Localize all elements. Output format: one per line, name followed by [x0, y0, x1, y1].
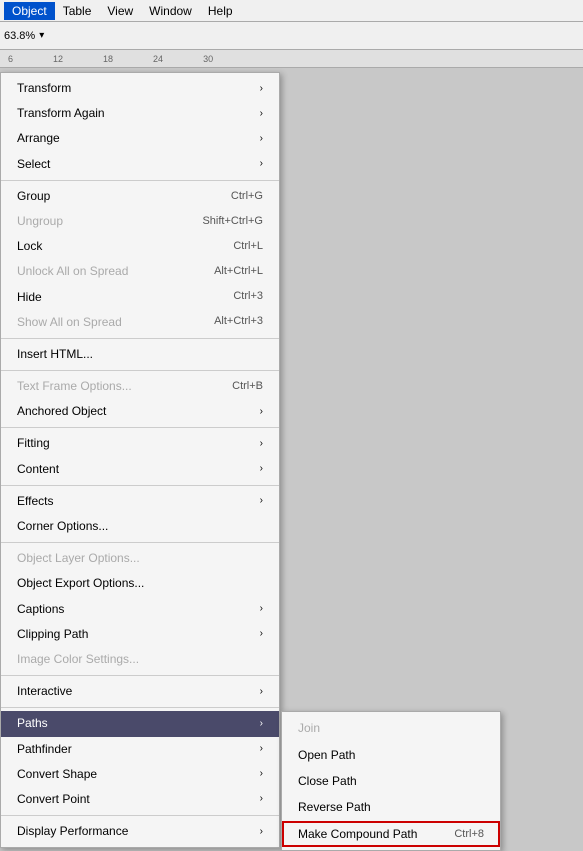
menu-image-color-settings: Image Color Settings... [1, 647, 279, 672]
menu-clipping-path[interactable]: Clipping Path› [1, 622, 279, 647]
menubar-table[interactable]: Table [55, 2, 100, 20]
menubar-help[interactable]: Help [200, 2, 241, 20]
menubar: Object Table View Window Help [0, 0, 583, 22]
menu-pathfinder[interactable]: Pathfinder› [1, 737, 279, 762]
menu-interactive[interactable]: Interactive› [1, 679, 279, 704]
sep-5 [1, 485, 279, 486]
sep-2 [1, 338, 279, 339]
sep-8 [1, 707, 279, 708]
object-dropdown-menu: Transform› Transform Again› Arrange› Sel… [0, 72, 280, 848]
menu-display-performance[interactable]: Display Performance› [1, 819, 279, 844]
sep-7 [1, 675, 279, 676]
menu-arrange[interactable]: Arrange› [1, 126, 279, 151]
sep-4 [1, 427, 279, 428]
menu-unlock-all: Unlock All on SpreadAlt+Ctrl+L [1, 259, 279, 284]
menu-object-layer-options: Object Layer Options... [1, 546, 279, 571]
menubar-window[interactable]: Window [141, 2, 200, 20]
submenu-reverse-path[interactable]: Reverse Path [282, 794, 500, 820]
submenu-close-path[interactable]: Close Path [282, 768, 500, 794]
sep-6 [1, 542, 279, 543]
sep-9 [1, 815, 279, 816]
menu-transform-again[interactable]: Transform Again› [1, 101, 279, 126]
zoom-level: 63.8% [4, 30, 35, 42]
menu-paths[interactable]: Paths› Join Open Path Close Path Reverse… [1, 711, 279, 736]
menu-insert-html[interactable]: Insert HTML... [1, 342, 279, 367]
menu-object-export-options[interactable]: Object Export Options... [1, 571, 279, 596]
menubar-object[interactable]: Object [4, 2, 55, 20]
menu-lock[interactable]: LockCtrl+L [1, 234, 279, 259]
ruler-horizontal: 612182430 [0, 50, 583, 68]
menu-transform[interactable]: Transform› [1, 76, 279, 101]
paths-submenu: Join Open Path Close Path Reverse Path M… [281, 711, 501, 851]
menu-convert-point[interactable]: Convert Point› [1, 787, 279, 812]
main-area: 612182430 The WindowsClub Transform› Tra… [0, 50, 583, 700]
make-compound-shortcut: Ctrl+8 [454, 825, 484, 844]
menu-convert-shape[interactable]: Convert Shape› [1, 762, 279, 787]
submenu-open-path[interactable]: Open Path [282, 742, 500, 768]
toolbar: 63.8% ▾ [0, 22, 583, 50]
menu-show-all: Show All on SpreadAlt+Ctrl+3 [1, 310, 279, 335]
submenu-make-compound-path[interactable]: Make Compound PathCtrl+8 [282, 821, 500, 847]
menu-hide[interactable]: HideCtrl+3 [1, 285, 279, 310]
menu-anchored-object[interactable]: Anchored Object› [1, 399, 279, 424]
menu-corner-options[interactable]: Corner Options... [1, 514, 279, 539]
menu-group[interactable]: GroupCtrl+G [1, 184, 279, 209]
menu-effects[interactable]: Effects› [1, 489, 279, 514]
zoom-dropdown-icon[interactable]: ▾ [39, 30, 44, 41]
sep-3 [1, 370, 279, 371]
menu-text-frame-options: Text Frame Options...Ctrl+B [1, 374, 279, 399]
menu-ungroup: UngroupShift+Ctrl+G [1, 209, 279, 234]
sep-1 [1, 180, 279, 181]
menubar-view[interactable]: View [99, 2, 141, 20]
menu-fitting[interactable]: Fitting› [1, 431, 279, 456]
menu-captions[interactable]: Captions› [1, 597, 279, 622]
menu-content[interactable]: Content› [1, 457, 279, 482]
menu-select[interactable]: Select› [1, 152, 279, 177]
submenu-join: Join [282, 715, 500, 741]
